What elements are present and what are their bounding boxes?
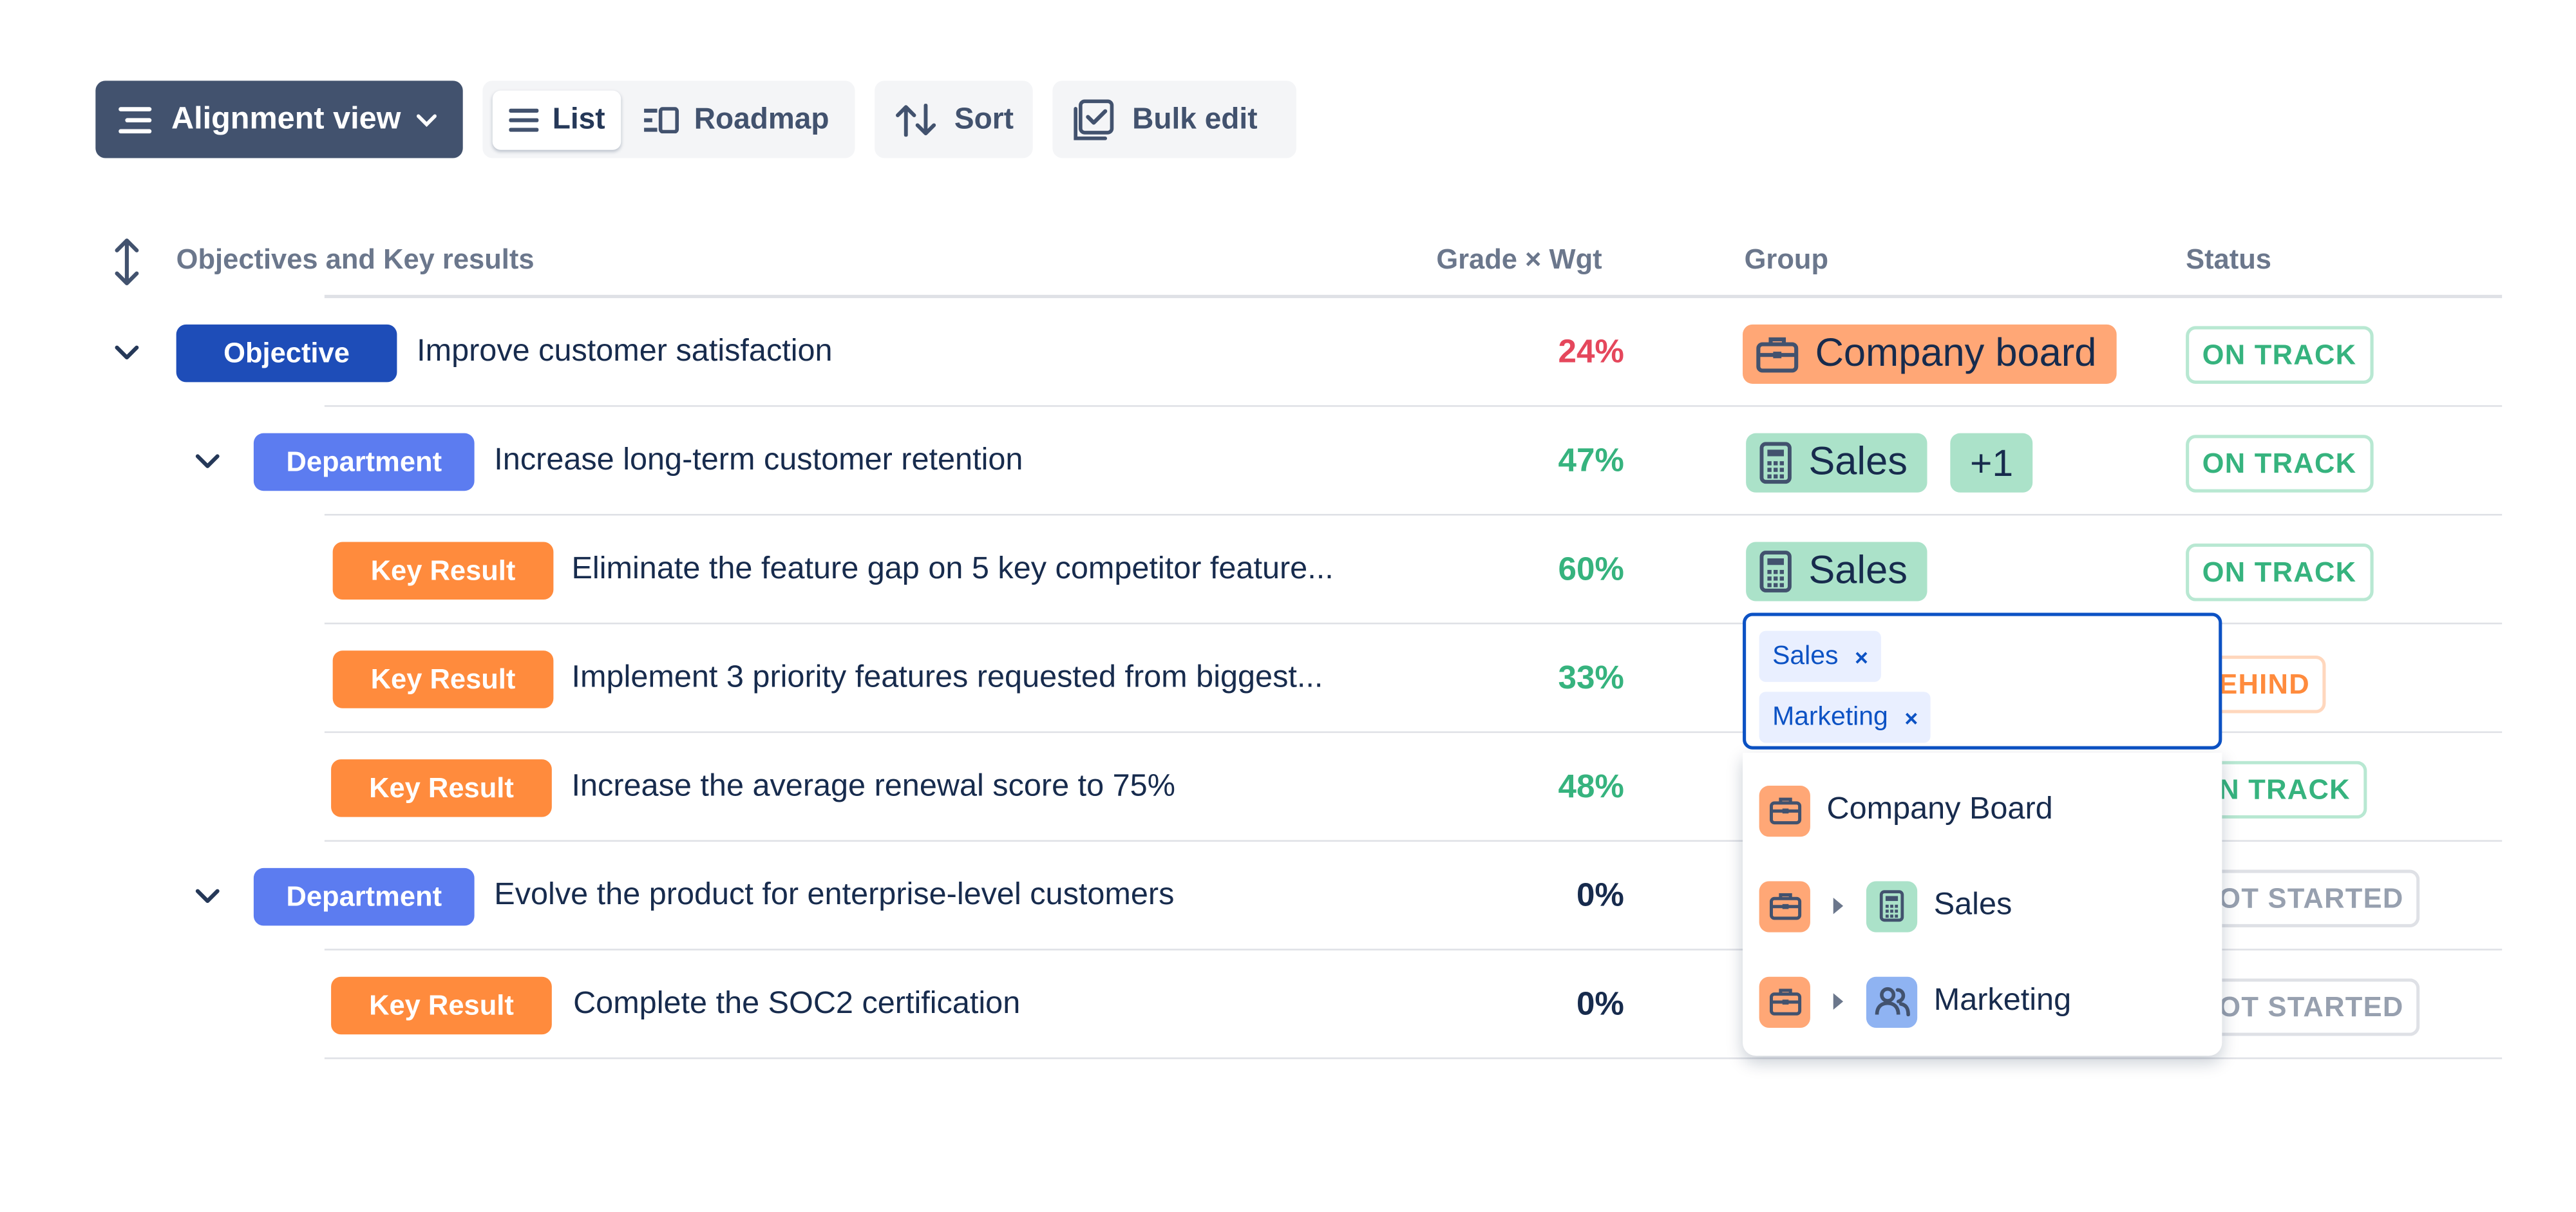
expand-collapse-all-icon[interactable]	[112, 236, 142, 289]
group-chip-label: Company board	[1815, 331, 2097, 376]
alignment-view-dropdown[interactable]: Alignment view	[95, 80, 464, 158]
column-header-group[interactable]: Group	[1745, 244, 1828, 277]
remove-tag-icon[interactable]: ×	[1855, 643, 1868, 670]
caret-right-icon[interactable]	[1833, 993, 1844, 1010]
selected-group-label: Sales	[1772, 641, 1839, 670]
calculator-icon	[1759, 442, 1792, 484]
calculator-icon	[1866, 880, 1918, 932]
row-title[interactable]: Eliminate the feature gap on 5 key compe…	[572, 552, 1334, 588]
row-divider	[324, 1057, 2503, 1059]
group-picker-popup: Sales × Marketing × Company Board Sales	[1743, 612, 2222, 1056]
status-badge[interactable]: ON TRACK	[2186, 435, 2373, 493]
type-pill-objective: Objective	[176, 324, 397, 383]
bulk-edit-label: Bulk edit	[1132, 102, 1258, 135]
list-view-button[interactable]: List	[493, 90, 622, 149]
type-pill-key-result: Key Result	[332, 650, 554, 708]
toolbar: Alignment view List Roadmap Sort Bulk ed…	[95, 80, 1297, 158]
group-chip-sales[interactable]: Sales	[1746, 433, 1927, 493]
bulk-edit-button[interactable]: Bulk edit	[1053, 80, 1297, 158]
group-option-label: Marketing	[1933, 983, 2072, 1018]
group-options-menu: Company Board Sales Marketing	[1743, 752, 2222, 1056]
view-toggle: List Roadmap	[483, 80, 856, 158]
bulk-edit-checklist-icon	[1074, 99, 1115, 140]
group-chip-label: Sales	[1808, 439, 1908, 484]
table-row[interactable]: Key Result Eliminate the feature gap on …	[0, 516, 2503, 625]
row-grade: 33%	[1558, 660, 1624, 697]
status-badge[interactable]: ON TRACK	[2186, 326, 2373, 384]
group-chip-sales[interactable]: Sales	[1746, 542, 1927, 601]
table-row[interactable]: Objective Improve customer satisfaction …	[0, 298, 2503, 407]
sort-button[interactable]: Sort	[875, 80, 1034, 158]
briefcase-icon	[1759, 784, 1810, 837]
briefcase-icon	[1759, 880, 1810, 932]
row-title[interactable]: Evolve the product for enterprise-level …	[494, 878, 1174, 914]
row-grade: 0%	[1576, 987, 1624, 1023]
selected-group-label: Marketing	[1772, 702, 1888, 731]
selected-group-tag: Marketing ×	[1759, 692, 1931, 743]
row-title[interactable]: Complete the SOC2 certification	[573, 987, 1020, 1023]
type-pill-key-result: Key Result	[331, 976, 552, 1035]
group-chip-company-board[interactable]: Company board	[1743, 324, 2117, 384]
roadmap-icon	[645, 106, 679, 133]
column-header-status[interactable]: Status	[2186, 244, 2271, 277]
table-row[interactable]: Department Increase long-term customer r…	[0, 407, 2503, 516]
calculator-icon	[1759, 551, 1792, 592]
column-header-grade[interactable]: Grade × Wgt	[1436, 244, 1602, 277]
briefcase-icon	[1759, 976, 1810, 1027]
row-title[interactable]: Increase the average renewal score to 75…	[572, 769, 1175, 805]
row-grade: 0%	[1576, 878, 1624, 914]
menu-lines-icon	[118, 106, 152, 133]
roadmap-view-button[interactable]: Roadmap	[628, 90, 846, 149]
okr-app: Alignment view List Roadmap Sort Bulk ed…	[0, 0, 2576, 1212]
group-option-label: Company Board	[1826, 792, 2053, 827]
row-grade: 48%	[1558, 769, 1624, 806]
selected-group-tag: Sales ×	[1759, 630, 1882, 682]
caret-right-icon[interactable]	[1833, 897, 1844, 914]
group-option-label: Sales	[1933, 887, 2012, 923]
group-more-count[interactable]: +1	[1950, 433, 2033, 493]
list-view-label: List	[552, 102, 605, 135]
people-icon	[1866, 976, 1918, 1027]
group-option-company-board[interactable]: Company Board	[1743, 762, 2222, 858]
chevron-down-icon	[417, 113, 437, 126]
chevron-down-icon[interactable]	[194, 883, 221, 909]
type-pill-department: Department	[253, 867, 475, 926]
status-badge[interactable]: ON TRACK	[2186, 544, 2373, 601]
remove-tag-icon[interactable]: ×	[1904, 704, 1918, 730]
type-pill-department: Department	[253, 433, 475, 491]
column-header-okr[interactable]: Objectives and Key results	[176, 244, 535, 277]
sort-arrows-icon	[896, 102, 937, 137]
row-grade: 60%	[1558, 551, 1624, 589]
type-pill-key-result: Key Result	[332, 542, 554, 600]
sort-label: Sort	[954, 102, 1014, 135]
group-picker-input[interactable]: Sales × Marketing ×	[1743, 612, 2222, 750]
chevron-down-icon[interactable]	[113, 339, 140, 366]
row-grade: 47%	[1558, 443, 1624, 480]
type-pill-key-result: Key Result	[331, 759, 552, 817]
row-title[interactable]: Implement 3 priority features requested …	[572, 661, 1323, 697]
row-title[interactable]: Increase long-term customer retention	[494, 443, 1023, 479]
alignment-view-label: Alignment view	[171, 101, 401, 137]
group-option-marketing[interactable]: Marketing	[1743, 954, 2222, 1049]
group-chip-label: Sales	[1808, 548, 1908, 593]
briefcase-icon	[1756, 337, 1799, 373]
group-option-sales[interactable]: Sales	[1743, 858, 2222, 954]
chevron-down-icon[interactable]	[194, 448, 221, 475]
row-title[interactable]: Improve customer satisfaction	[417, 334, 832, 370]
row-grade: 24%	[1558, 334, 1624, 371]
roadmap-view-label: Roadmap	[694, 102, 829, 135]
list-icon	[509, 108, 540, 131]
